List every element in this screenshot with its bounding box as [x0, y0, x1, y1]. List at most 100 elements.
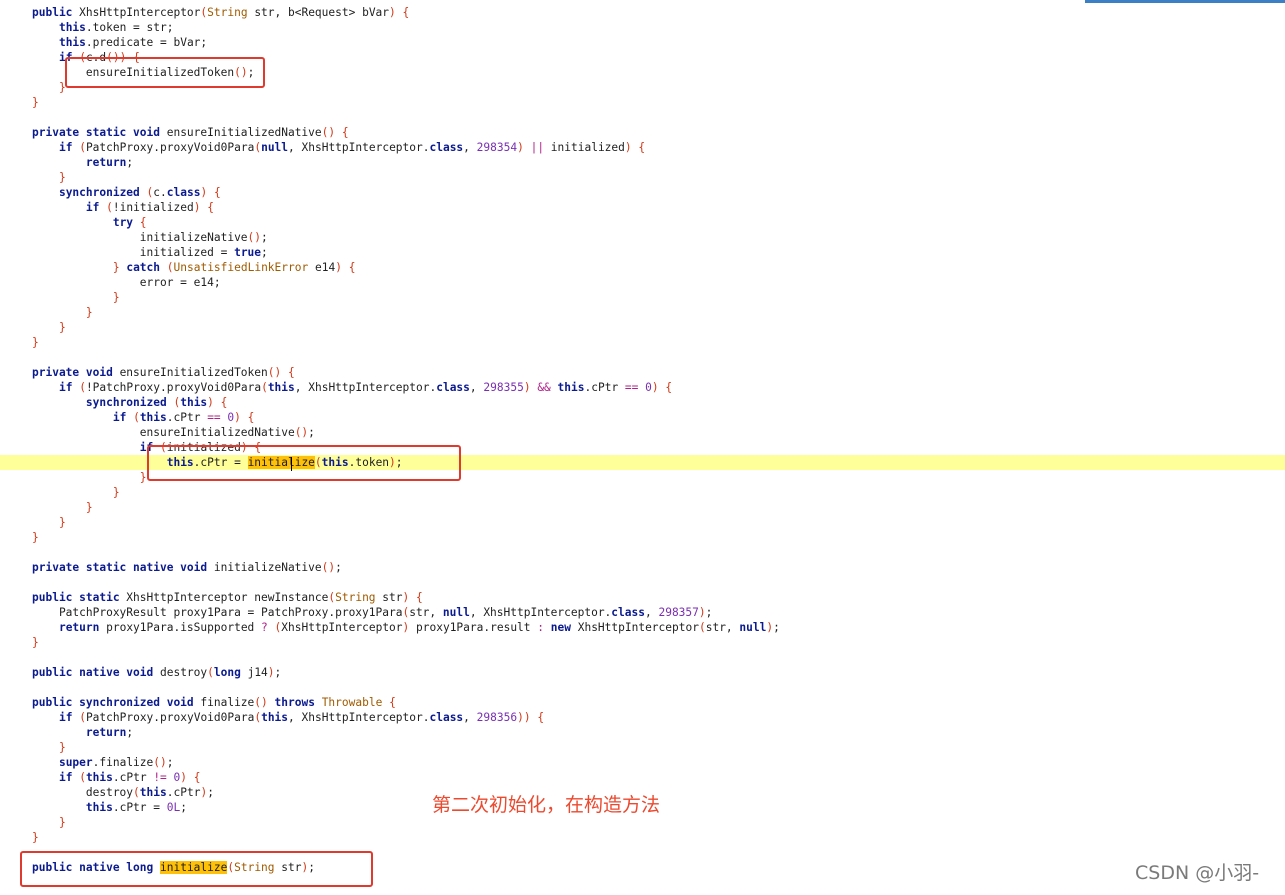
code-token: this [139, 786, 167, 799]
code-token: { [416, 591, 423, 604]
code-token: ) [651, 381, 659, 394]
code-line[interactable]: } [0, 500, 1285, 515]
code-line[interactable]: } [0, 485, 1285, 500]
code-token: ) [698, 606, 706, 619]
code-token: { [247, 411, 255, 424]
code-token: !initialized [112, 201, 194, 214]
code-token: } [58, 171, 66, 184]
code-token: } [85, 306, 93, 319]
code-token: if [112, 411, 127, 424]
code-line[interactable]: if (this.cPtr != 0) { [0, 770, 1285, 785]
code-line[interactable]: } [0, 320, 1285, 335]
code-token: this [261, 711, 289, 724]
code-line[interactable]: } [0, 335, 1285, 350]
code-token: 298356 [476, 711, 518, 724]
callout-box-native-initialize [20, 851, 373, 887]
code-line[interactable]: if (PatchProxy.proxyVoid0Para(null, XhsH… [0, 140, 1285, 155]
code-line[interactable]: } [0, 170, 1285, 185]
code-token: XhsHttpInterceptor [570, 621, 699, 634]
code-token: e14 [308, 261, 336, 274]
code-token: , [463, 141, 477, 154]
code-line[interactable]: synchronized (c.class) { [0, 185, 1285, 200]
code-line[interactable]: return; [0, 725, 1285, 740]
code-token: : [537, 621, 545, 634]
code-token: ensureInitializedToken [112, 366, 268, 379]
code-line[interactable]: initializeNative(); [0, 230, 1285, 245]
code-line[interactable]: error = e14; [0, 275, 1285, 290]
code-line[interactable]: return; [0, 155, 1285, 170]
code-token: ensureInitializedNative [32, 426, 295, 439]
code-token: XhsHttpInterceptor [72, 6, 201, 19]
code-line[interactable]: this.token = str; [0, 20, 1285, 35]
code-token: ; [126, 726, 134, 739]
code-line[interactable]: if (PatchProxy.proxyVoid0Para(this, XhsH… [0, 710, 1285, 725]
code-line[interactable]: initialized = true; [0, 245, 1285, 260]
code-line[interactable]: private static native void initializeNat… [0, 560, 1285, 575]
code-token: ; [207, 786, 214, 799]
code-token: { [402, 6, 410, 19]
code-token: ( [79, 711, 86, 724]
code-token: } [112, 291, 120, 304]
code-line[interactable] [0, 575, 1285, 590]
code-token: ; [261, 231, 268, 244]
code-line[interactable]: public native void destroy(long j14); [0, 665, 1285, 680]
code-editor[interactable]: public XhsHttpInterceptor(String str, b<… [0, 5, 1285, 875]
code-line[interactable]: } [0, 815, 1285, 830]
code-line[interactable]: synchronized (this) { [0, 395, 1285, 410]
code-line[interactable]: ensureInitializedNative(); [0, 425, 1285, 440]
code-line[interactable]: this.predicate = bVar; [0, 35, 1285, 50]
code-line[interactable]: } [0, 305, 1285, 320]
code-line[interactable]: super.finalize(); [0, 755, 1285, 770]
code-line[interactable]: return proxy1Para.isSupported ? (XhsHttp… [0, 620, 1285, 635]
code-line[interactable]: } [0, 290, 1285, 305]
code-line[interactable]: if (!initialized) { [0, 200, 1285, 215]
code-token: , XhsHttpInterceptor. [469, 606, 612, 619]
code-line[interactable]: } [0, 515, 1285, 530]
code-line[interactable]: } [0, 530, 1285, 545]
code-token: , [644, 606, 659, 619]
code-line[interactable]: } [0, 95, 1285, 110]
code-token: public native void [32, 666, 154, 679]
code-line[interactable] [0, 110, 1285, 125]
code-line[interactable]: public XhsHttpInterceptor(String str, b<… [0, 5, 1285, 20]
code-line[interactable]: PatchProxyResult proxy1Para = PatchProxy… [0, 605, 1285, 620]
code-line[interactable] [0, 680, 1285, 695]
code-line[interactable]: try { [0, 215, 1285, 230]
code-line[interactable]: private void ensureInitializedToken() { [0, 365, 1285, 380]
code-token: return [58, 621, 100, 634]
code-token: if [85, 201, 100, 214]
code-line[interactable]: } [0, 740, 1285, 755]
code-line[interactable]: private static void ensureInitializedNat… [0, 125, 1285, 140]
code-line[interactable]: if (!PatchProxy.proxyVoid0Para(this, Xhs… [0, 380, 1285, 395]
code-line[interactable] [0, 350, 1285, 365]
code-token: if [58, 711, 73, 724]
code-token: () [247, 231, 262, 244]
code-line[interactable]: if (this.cPtr == 0) { [0, 410, 1285, 425]
code-token: public synchronized void [32, 696, 194, 709]
code-line[interactable]: } catch (UnsatisfiedLinkError e14) { [0, 260, 1285, 275]
code-line[interactable] [0, 545, 1285, 560]
code-token: ; [308, 426, 315, 439]
code-token: ; [773, 621, 780, 634]
code-token: finalize [193, 696, 255, 709]
code-line[interactable]: public static XhsHttpInterceptor newInst… [0, 590, 1285, 605]
code-line[interactable] [0, 650, 1285, 665]
code-token: !PatchProxy.proxyVoid0Para [85, 381, 262, 394]
code-token: return [85, 726, 127, 739]
code-token: this [139, 411, 167, 424]
code-line[interactable]: } [0, 830, 1285, 845]
code-line[interactable]: public synchronized void finalize() thro… [0, 695, 1285, 710]
code-token: this [267, 381, 295, 394]
code-token: 298357 [658, 606, 699, 619]
code-line[interactable]: } [0, 635, 1285, 650]
